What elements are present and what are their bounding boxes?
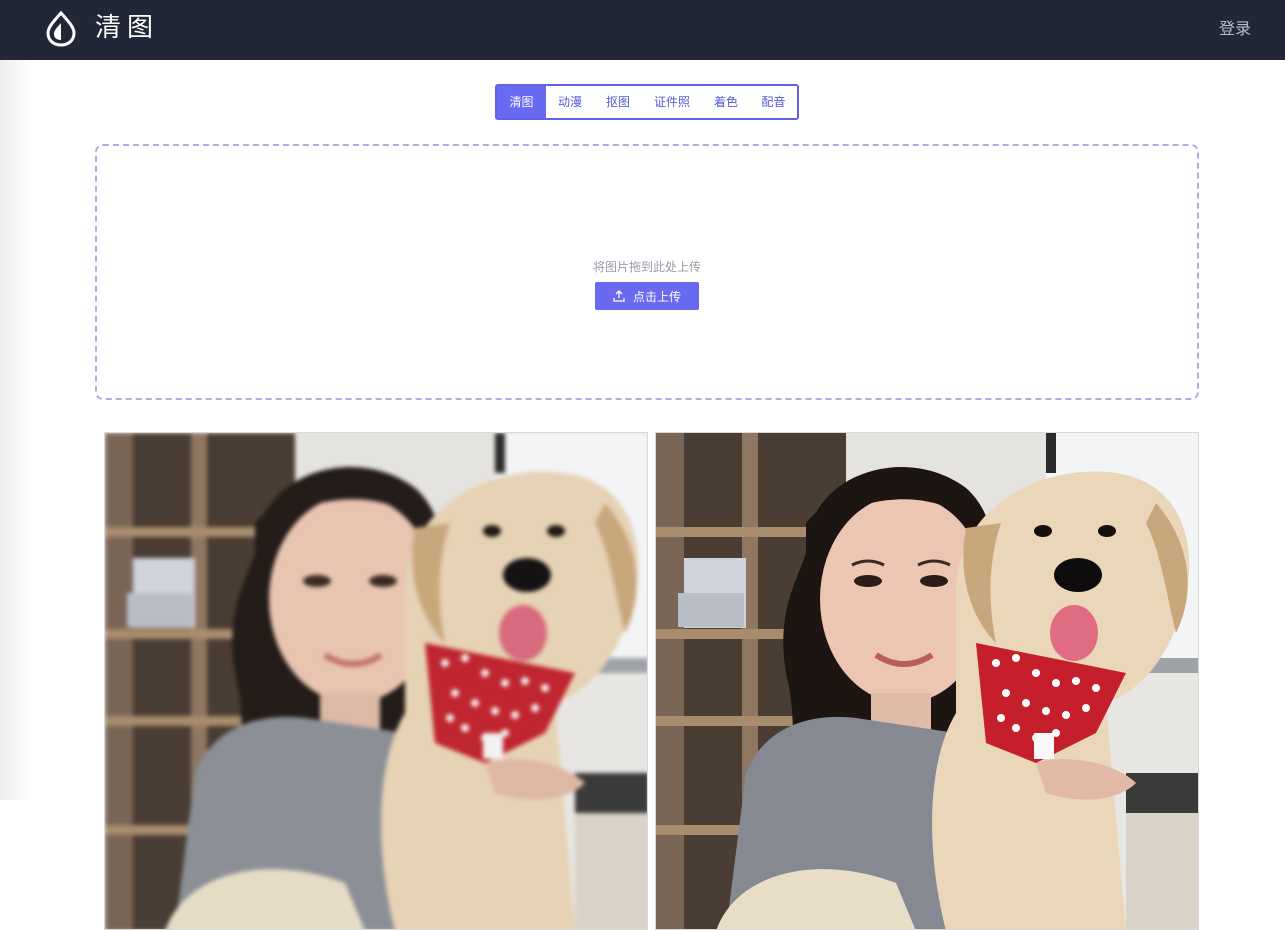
drop-hint-text: 将图片拖到此处上传 [592,260,701,274]
tab-anime[interactable]: 动漫 [546,86,594,118]
tab-dubbing[interactable]: 配音 [750,86,797,118]
upload-button[interactable]: 点击上传 [595,282,699,310]
upload-dropzone[interactable]: 将图片拖到此处上传 点击上传 [95,144,1199,400]
upload-button-label: 点击上传 [632,289,681,304]
tab-id-photo[interactable]: 证件照 [642,86,702,118]
upload-icon [613,290,625,302]
left-edge-shadow [0,60,32,800]
feature-tabs: 清图 动漫 抠图 证件照 着色 配音 [495,84,799,120]
tab-cutout[interactable]: 抠图 [594,86,642,118]
after-image [655,432,1199,930]
login-link[interactable]: 登录 [1219,18,1251,40]
tab-colorize[interactable]: 着色 [702,86,750,118]
tab-enhance[interactable]: 清图 [497,86,546,118]
top-navigation-bar: 清图 登录 [0,0,1285,60]
brand-title: 清图 [95,13,160,43]
before-image [104,432,648,930]
drop-logo-icon[interactable] [44,11,78,47]
